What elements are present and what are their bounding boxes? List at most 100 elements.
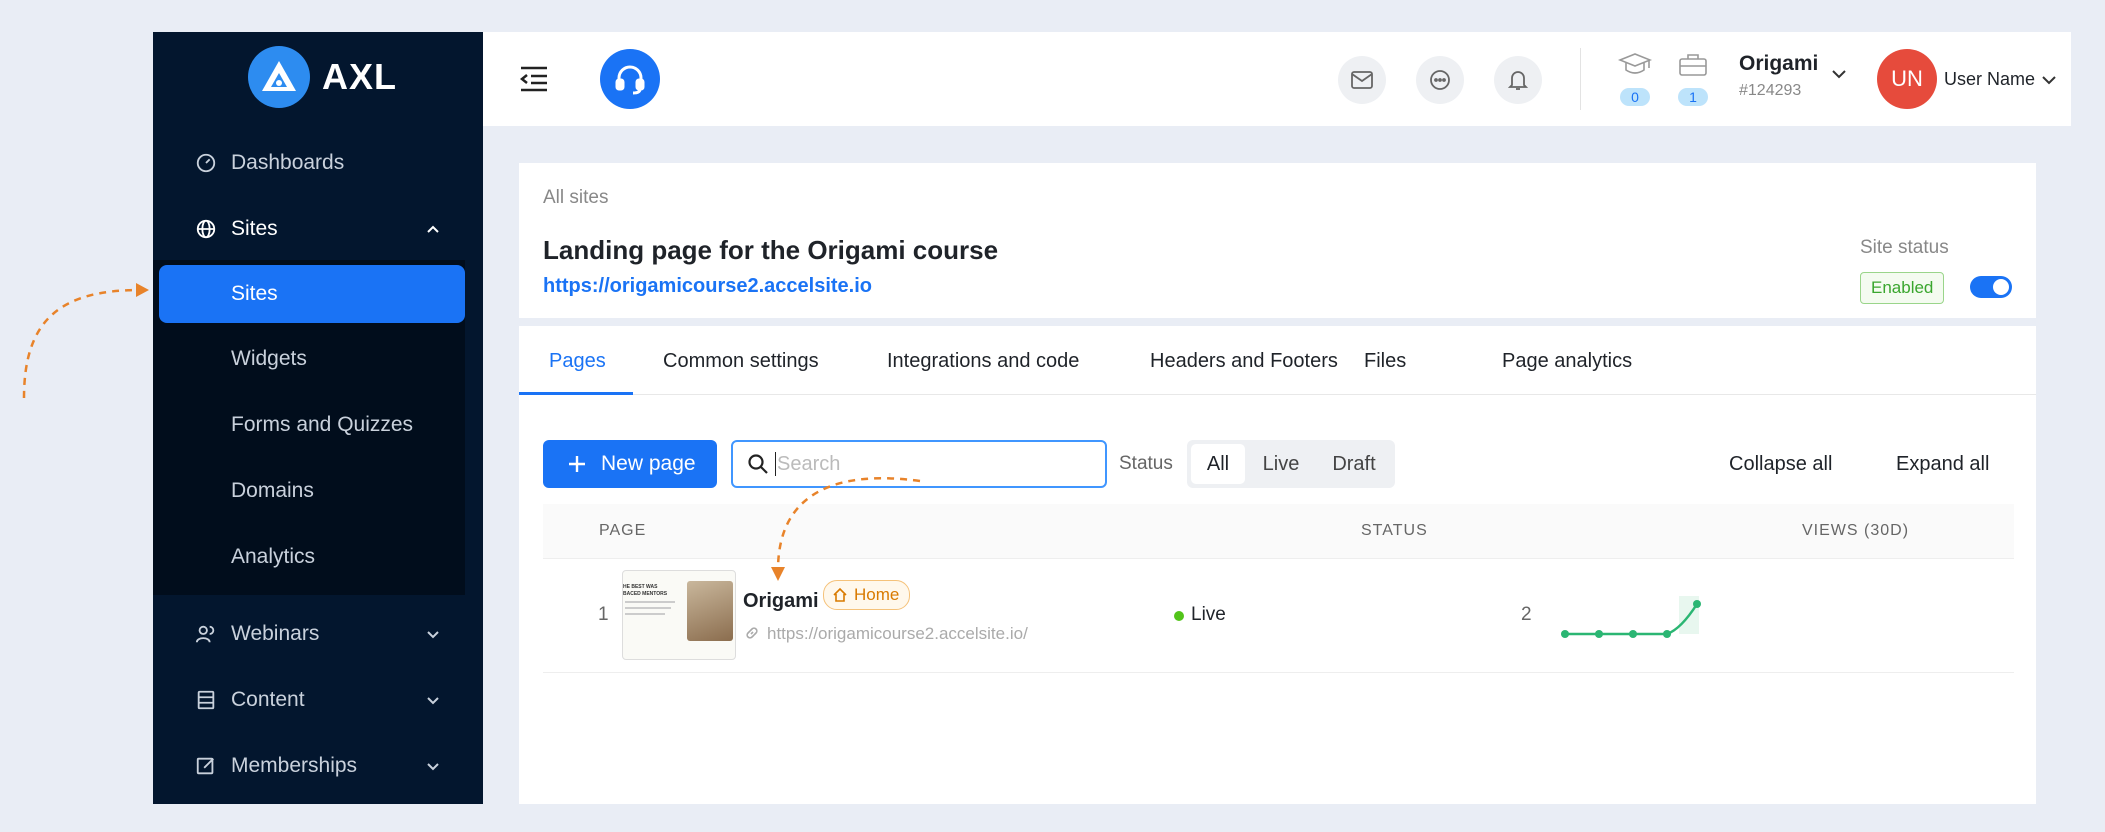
chevron-down-icon[interactable]	[2041, 72, 2057, 88]
site-status-label: Site status	[1860, 237, 1949, 258]
search-input[interactable]: Search	[777, 453, 840, 476]
tab-pages[interactable]: Pages	[549, 350, 606, 373]
tab-common-settings[interactable]: Common settings	[663, 350, 819, 373]
bell-icon	[1508, 71, 1528, 90]
sidebar-item-label: Memberships	[231, 754, 358, 777]
table-header: PAGE STATUS VIEWS (30D)	[543, 504, 2014, 559]
brand-name: AXL	[322, 56, 397, 97]
top-bar: 0 1 Origami #124293 UN User Name	[483, 32, 2071, 126]
sidebar-item-dashboards[interactable]: Dashboards	[153, 135, 483, 191]
tab-files[interactable]: Files	[1364, 350, 1406, 373]
sidebar-item-label: Content	[231, 688, 305, 711]
briefcase-icon[interactable]	[1678, 52, 1708, 78]
thumbnail-text: HE BEST WAS BACED MENTORS	[623, 584, 668, 597]
chevron-up-icon	[427, 225, 439, 233]
sites-submenu: Sites Widgets Forms and Quizzes Domains …	[153, 260, 465, 595]
thumbnail-photo	[687, 581, 733, 641]
site-url-link[interactable]: https://origamicourse2.accelsite.io	[543, 275, 872, 298]
globe-icon	[196, 219, 216, 239]
collapse-menu-icon[interactable]	[519, 65, 549, 93]
home-icon	[833, 587, 847, 602]
submenu-item-sites[interactable]: Sites	[159, 265, 465, 323]
collapse-all-button[interactable]: Collapse all	[1729, 453, 1832, 476]
chevron-down-icon	[427, 697, 439, 705]
sparkline-point	[1595, 630, 1603, 638]
sidebar-item-memberships[interactable]: Memberships	[153, 738, 483, 794]
support-button[interactable]	[600, 49, 660, 109]
chevron-down-icon	[427, 763, 439, 771]
thumbnail-line	[625, 601, 675, 603]
submenu-item-analytics[interactable]: Analytics	[159, 528, 465, 586]
gauge-icon	[196, 153, 216, 173]
edit-icon	[196, 757, 214, 775]
tabs-divider	[519, 394, 2036, 395]
chat-icon	[1430, 70, 1450, 90]
sparkline-point	[1663, 630, 1671, 638]
row-index: 1	[598, 604, 609, 625]
sidebar-item-webinars[interactable]: Webinars	[153, 606, 483, 662]
annotation-arrow-sidebar	[22, 288, 141, 399]
column-header-views: VIEWS (30D)	[1802, 522, 1910, 539]
submenu-item-domains[interactable]: Domains	[159, 462, 465, 520]
document-icon	[197, 690, 215, 710]
avatar[interactable]: UN	[1877, 49, 1937, 109]
sidebar-item-content[interactable]: Content	[153, 672, 483, 728]
page-thumbnail[interactable]: HE BEST WAS BACED MENTORS	[622, 570, 736, 660]
status-filter-label: Status	[1119, 453, 1173, 474]
site-status-toggle[interactable]	[1970, 276, 2012, 298]
column-header-status: STATUS	[1361, 522, 1428, 539]
users-icon	[195, 625, 215, 643]
page-name-link[interactable]: Origami	[743, 590, 819, 613]
sparkline-point	[1629, 630, 1637, 638]
thumbnail-line	[625, 607, 671, 609]
mail-button[interactable]	[1338, 56, 1386, 104]
live-status-dot	[1174, 611, 1184, 621]
page-url-link[interactable]: https://origamicourse2.accelsite.io/	[767, 624, 1028, 644]
logo-icon	[248, 46, 310, 108]
filter-live[interactable]: Live	[1249, 444, 1313, 484]
graduation-cap-icon[interactable]	[1618, 52, 1652, 78]
search-field[interactable]: Search	[731, 440, 1107, 488]
tab-page-analytics[interactable]: Page analytics	[1502, 350, 1632, 373]
expand-all-button[interactable]: Expand all	[1896, 453, 1989, 476]
sidebar: AXL Dashboards Sites Sites Widgets Forms…	[153, 32, 483, 804]
chevron-down-icon	[427, 631, 439, 639]
submenu-item-forms[interactable]: Forms and Quizzes	[159, 396, 465, 454]
divider	[1580, 48, 1581, 110]
status-badge: Enabled	[1860, 272, 1945, 304]
site-info-card: All sites Landing page for the Origami c…	[519, 163, 2036, 318]
arrowhead-icon	[136, 283, 149, 297]
views-count: 2	[1521, 604, 1532, 625]
tab-headers-footers[interactable]: Headers and Footers	[1150, 350, 1338, 373]
tab-integrations[interactable]: Integrations and code	[887, 350, 1079, 373]
headset-icon	[615, 65, 645, 95]
sparkline-point	[1693, 600, 1701, 608]
sidebar-item-label: Webinars	[231, 622, 320, 645]
brand-logo[interactable]: AXL	[248, 46, 397, 108]
account-switcher[interactable]: Origami #124293	[1739, 52, 1849, 108]
column-header-page: PAGE	[599, 522, 647, 539]
sparkline-line	[1565, 603, 1699, 636]
submenu-item-widgets[interactable]: Widgets	[159, 330, 465, 388]
sidebar-item-label: Sites	[231, 217, 278, 240]
new-page-button[interactable]: New page	[543, 440, 717, 488]
filter-draft[interactable]: Draft	[1317, 444, 1391, 484]
user-name[interactable]: User Name	[1944, 69, 2035, 90]
search-icon	[748, 454, 768, 474]
text-cursor	[775, 452, 776, 476]
active-tab-indicator	[519, 392, 633, 395]
sidebar-item-sites[interactable]: Sites	[153, 201, 483, 257]
status-filter: All Live Draft	[1187, 440, 1395, 488]
home-badge: Home	[823, 580, 911, 610]
products-count-badge: 1	[1678, 88, 1708, 106]
link-icon	[746, 627, 758, 639]
chevron-down-icon	[1832, 70, 1846, 79]
filter-all[interactable]: All	[1191, 444, 1245, 484]
notifications-button[interactable]	[1494, 56, 1542, 104]
courses-count-badge: 0	[1620, 88, 1650, 106]
chat-button[interactable]	[1416, 56, 1464, 104]
account-id: #124293	[1739, 82, 1802, 99]
table-row[interactable]: 1 HE BEST WAS BACED MENTORS Origami Home…	[543, 558, 2014, 673]
mail-icon	[1351, 71, 1373, 89]
breadcrumb[interactable]: All sites	[543, 187, 608, 209]
